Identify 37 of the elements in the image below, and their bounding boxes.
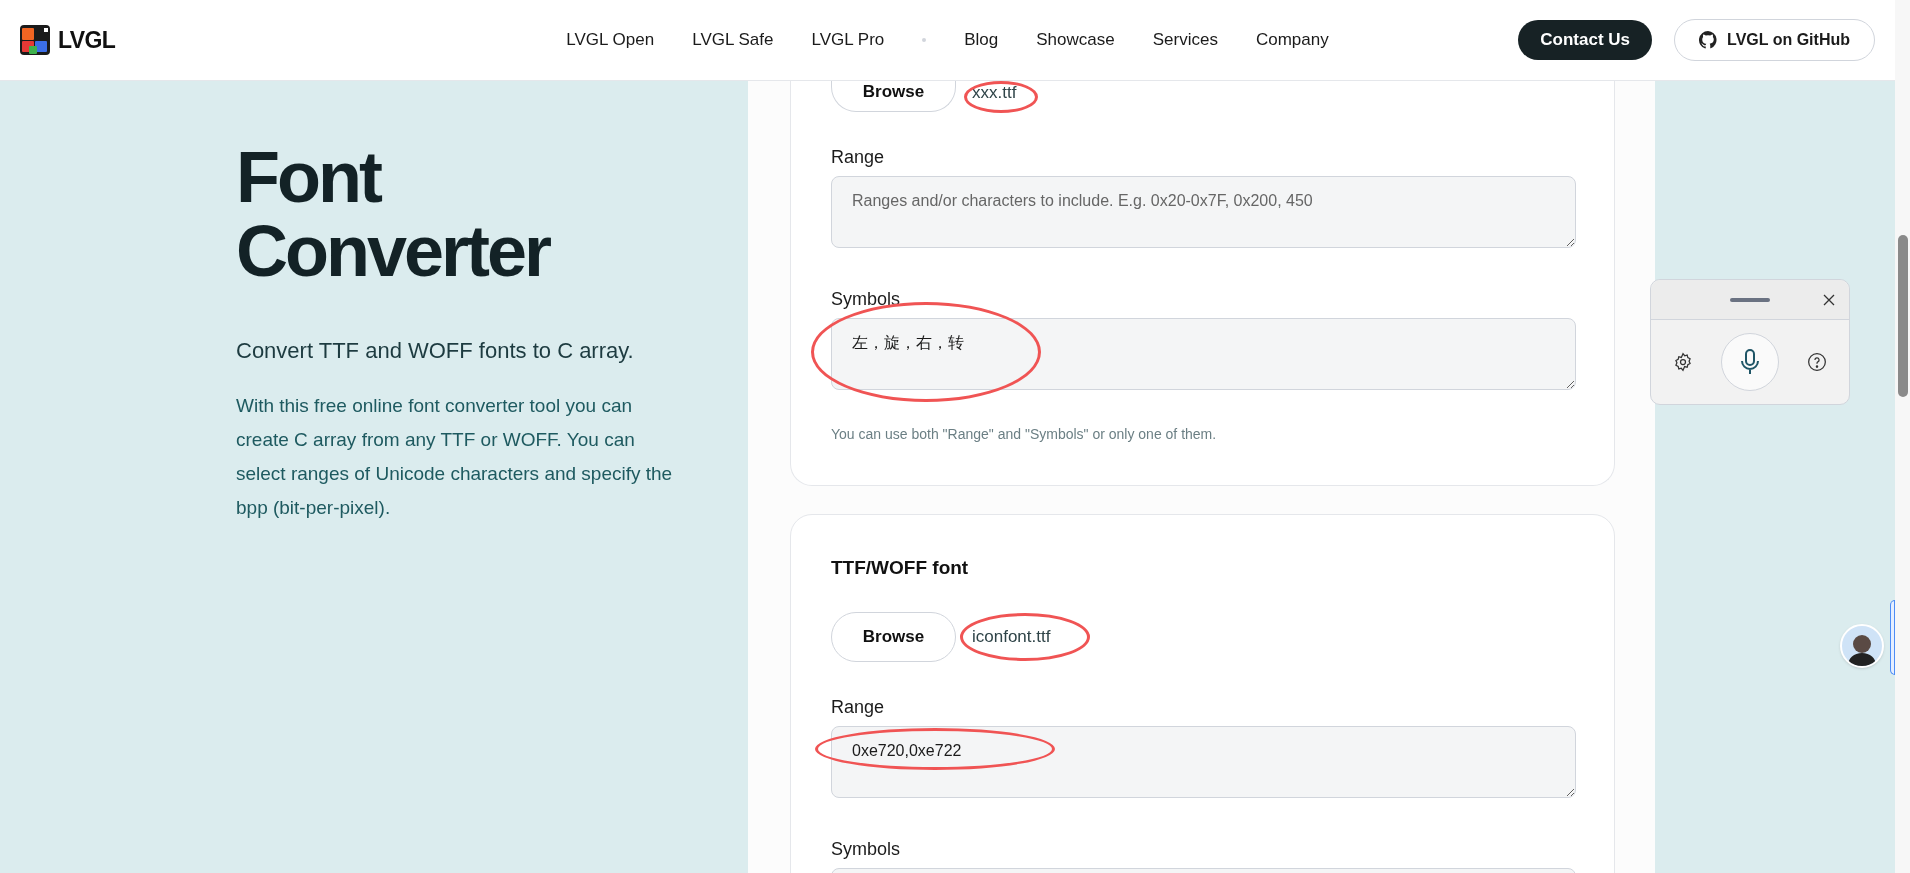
page-subtitle: Convert TTF and WOFF fonts to C array. xyxy=(236,337,635,365)
side-tab[interactable] xyxy=(1890,600,1895,675)
field-hint: You can use both "Range" and "Symbols" or only one of them. xyxy=(831,425,1218,444)
logo-text: LVGL xyxy=(58,25,116,55)
help-icon[interactable] xyxy=(1807,352,1827,372)
field-label: Range xyxy=(831,696,886,718)
page-description: With this free online font converter tool you can create C array from any TTF or WOFF. You can select ranges of Unicode characters and specify the bpp (bit-per-pixel). xyxy=(236,394,674,520)
page-title: Font Converter xyxy=(236,140,551,288)
microphone-icon xyxy=(1741,349,1759,375)
nav-link[interactable]: Services xyxy=(1152,27,1218,53)
nav-link[interactable]: LVGL Safe xyxy=(692,27,774,53)
github-button[interactable]: LVGL on GitHub xyxy=(1674,19,1875,61)
text-area-field[interactable]: 0xe720,0xe722 xyxy=(831,726,1576,798)
avatar-button[interactable] xyxy=(1840,624,1884,668)
drag-handle[interactable] xyxy=(1730,297,1770,302)
nav-link[interactable]: Showcase xyxy=(1036,27,1115,53)
card-heading: TTF/WOFF font xyxy=(831,557,970,579)
close-icon[interactable] xyxy=(1823,294,1835,306)
browse-button[interactable]: Browse xyxy=(831,81,956,112)
field-label: Symbols xyxy=(831,838,902,860)
file-name: iconfont.ttf xyxy=(972,627,1051,646)
text-area-field[interactable]: Ranges and/or characters to include. E.g. 0x20-0x7F, 0x200, 450 xyxy=(831,176,1576,248)
scrollbar-thumb[interactable] xyxy=(1898,235,1908,397)
browse-button[interactable]: Browse xyxy=(831,612,956,662)
nav-link[interactable]: LVGL Pro xyxy=(811,27,885,53)
nav-link[interactable]: LVGL Open xyxy=(566,27,655,53)
field-label: Symbols xyxy=(831,288,902,310)
settings-icon[interactable] xyxy=(1673,352,1693,372)
text-area-field[interactable]: 左，旋，右，转 xyxy=(831,318,1576,390)
file-name: xxx.ttf xyxy=(972,83,1017,102)
github-icon xyxy=(1699,31,1718,49)
field-label: Range xyxy=(831,146,886,168)
nav-link[interactable]: Company xyxy=(1255,27,1329,53)
person-silhouette-icon xyxy=(1847,632,1877,666)
nav-link[interactable]: Blog xyxy=(964,27,999,53)
logo-icon xyxy=(20,25,50,55)
contact-us-button[interactable]: Contact Us xyxy=(1518,20,1653,60)
